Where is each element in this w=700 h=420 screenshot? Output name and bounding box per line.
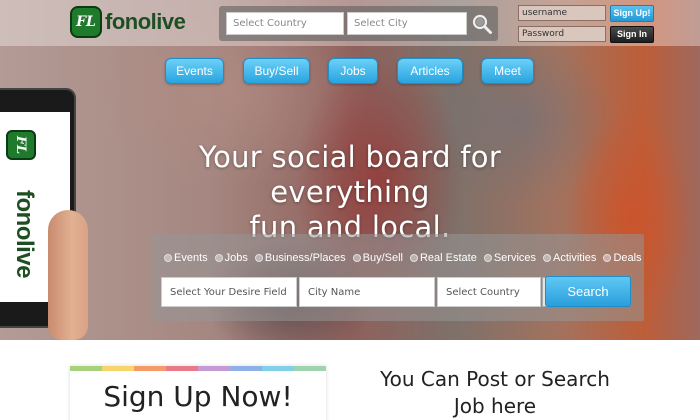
radio-label: Services	[493, 252, 537, 264]
radio-dot[interactable]	[483, 254, 492, 262]
city-select[interactable]: Select City	[347, 12, 467, 35]
radio-activities[interactable]: Activities	[543, 252, 596, 264]
headline-line-1: Your social board for everything	[198, 140, 502, 209]
city-name-input[interactable]: City Name	[299, 277, 435, 307]
stripe	[198, 366, 230, 371]
site-logo[interactable]: FL fonolive	[70, 6, 186, 38]
radio-dot[interactable]	[603, 254, 612, 262]
hand-thumb	[48, 210, 88, 340]
desire-field-input[interactable]: Select Your Desire Field	[161, 277, 297, 307]
radio-label: Real Estate	[419, 252, 477, 264]
radio-dot[interactable]	[254, 254, 263, 262]
password-field[interactable]: Password	[518, 26, 606, 42]
radio-real-estate[interactable]: Real Estate	[409, 252, 477, 264]
color-stripes	[70, 366, 326, 371]
stripe	[262, 366, 294, 371]
logo-text: fonolive	[105, 9, 186, 34]
nav-buy-sell[interactable]: Buy/Sell	[243, 58, 310, 84]
country-select-input[interactable]: Select Country	[437, 277, 541, 307]
radio-label: Buy/Sell	[362, 252, 403, 264]
stripe	[230, 366, 262, 371]
signup-now-title: Sign Up Now!	[103, 380, 293, 413]
top-header: FL fonolive Select Country Select City u…	[0, 0, 700, 46]
header-search-bar: Select Country Select City	[219, 6, 498, 41]
radio-deals[interactable]: Deals	[603, 252, 642, 264]
nav-meet[interactable]: Meet	[481, 58, 534, 84]
username-field[interactable]: username	[518, 5, 606, 21]
stripe	[102, 366, 134, 371]
nav-events[interactable]: Events	[165, 58, 224, 84]
radio-label: Events	[174, 252, 208, 264]
radio-label: Activities	[553, 252, 597, 264]
main-nav: Events Buy/Sell Jobs Articles Meet	[0, 58, 700, 84]
radio-dot[interactable]	[214, 254, 223, 262]
signin-button[interactable]: Sign In	[610, 26, 654, 43]
category-radio-group: Events Jobs Business/Places Buy/Sell Rea…	[164, 252, 642, 264]
logo-mark: FL	[70, 6, 102, 38]
stripe	[134, 366, 166, 371]
search-button[interactable]: Search	[545, 276, 631, 307]
post-line-1: You Can Post or Search	[380, 367, 610, 391]
nav-jobs[interactable]: Jobs	[328, 58, 378, 84]
signup-button[interactable]: Sign Up!	[610, 5, 654, 22]
stripe	[294, 366, 326, 371]
radio-label: Business/Places	[264, 252, 346, 264]
search-icon[interactable]	[471, 13, 493, 35]
radio-dot[interactable]	[409, 254, 418, 262]
country-select[interactable]: Select Country	[226, 12, 344, 35]
radio-dot[interactable]	[352, 254, 361, 262]
phone-logo-text: fonolive	[11, 189, 38, 278]
post-job-text: You Can Post or Search Job here	[350, 366, 640, 420]
radio-label: Deals	[613, 252, 642, 264]
radio-services[interactable]: Services	[483, 252, 537, 264]
radio-jobs[interactable]: Jobs	[214, 252, 248, 264]
radio-dot[interactable]	[543, 254, 552, 262]
search-panel: Events Jobs Business/Places Buy/Sell Rea…	[152, 234, 644, 321]
phone-logo-mark: FL	[6, 130, 36, 160]
radio-buy-sell[interactable]: Buy/Sell	[352, 252, 403, 264]
phone-image: FL fonolive	[0, 88, 88, 340]
radio-events[interactable]: Events	[164, 252, 208, 264]
stripe	[166, 366, 198, 371]
stripe	[70, 366, 102, 371]
nav-articles[interactable]: Articles	[397, 58, 463, 84]
hero-headline: Your social board for everything fun and…	[140, 140, 560, 245]
signup-card[interactable]: Sign Up Now!	[70, 366, 326, 420]
radio-business-places[interactable]: Business/Places	[254, 252, 346, 264]
radio-label: Jobs	[224, 252, 248, 264]
post-line-2: Job here	[453, 394, 537, 418]
radio-dot[interactable]	[164, 254, 172, 262]
